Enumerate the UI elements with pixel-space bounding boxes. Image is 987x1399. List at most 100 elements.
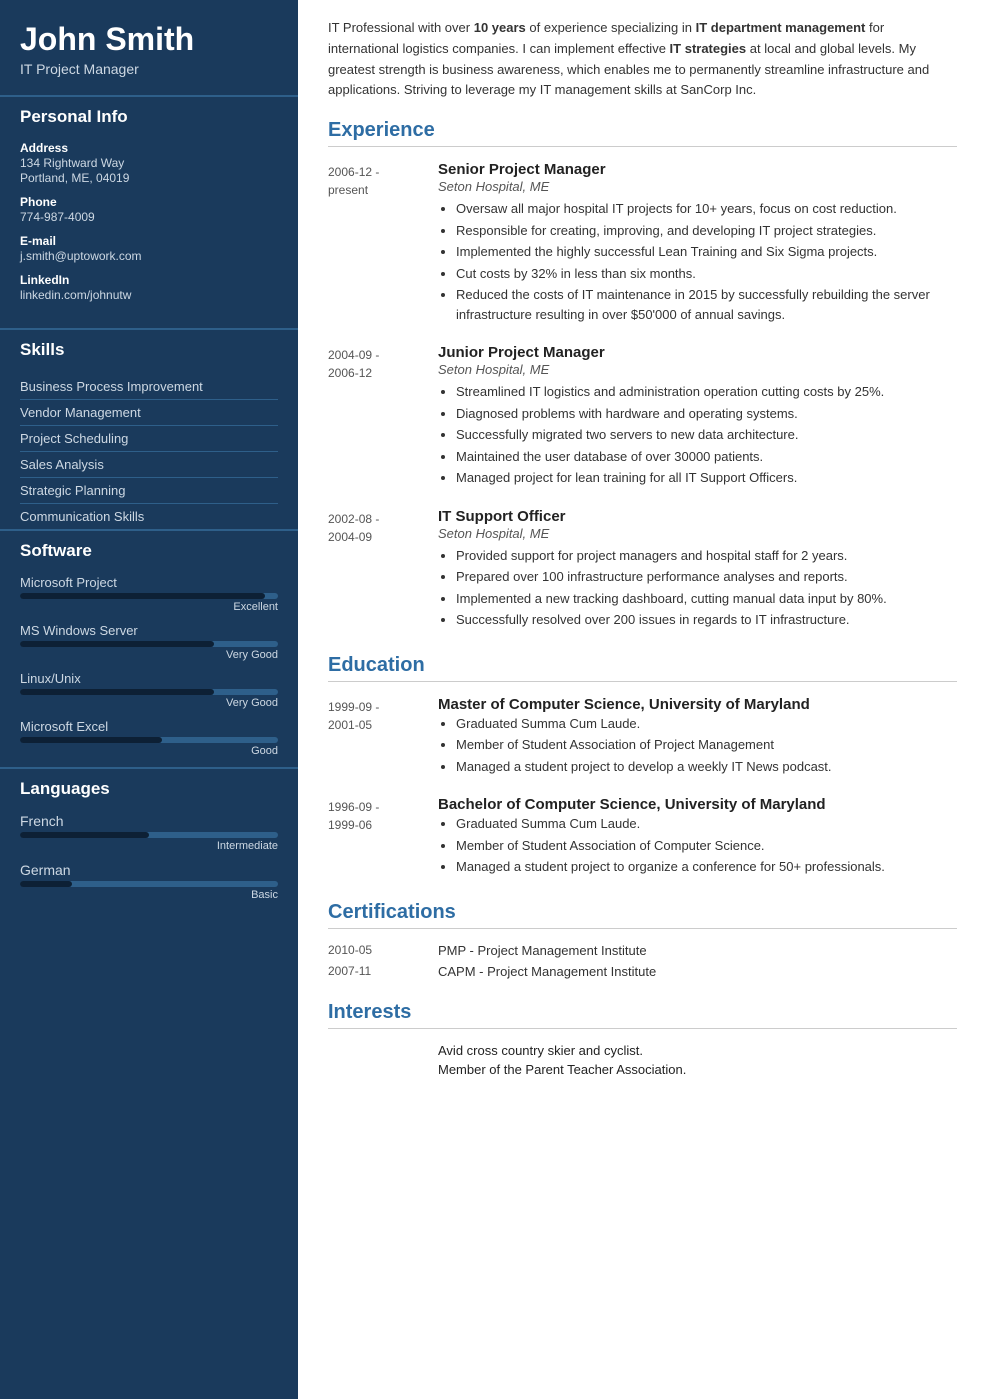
address-line2: Portland, ME, 04019 <box>20 171 278 185</box>
software-title: Software <box>0 529 298 569</box>
entry-title: Bachelor of Computer Science, University… <box>438 796 957 813</box>
language-level: Intermediate <box>20 840 278 852</box>
bullet-item: Successfully migrated two servers to new… <box>456 425 957 445</box>
address-item: Address 134 Rightward Way Portland, ME, … <box>20 141 278 185</box>
bullet-item: Streamlined IT logistics and administrat… <box>456 382 957 402</box>
software-bar-bg <box>20 689 278 695</box>
entry-org: Seton Hospital, ME <box>438 179 957 194</box>
cert-name: PMP - Project Management Institute <box>438 943 647 958</box>
bullet-item: Oversaw all major hospital IT projects f… <box>456 199 957 219</box>
entry-bullets: Graduated Summa Cum Laude.Member of Stud… <box>438 714 957 777</box>
software-bar-bg <box>20 737 278 743</box>
interests-entry: Avid cross country skier and cyclist. Mem… <box>328 1043 957 1081</box>
software-item: Linux/Unix Very Good <box>0 671 298 719</box>
entry-title: Junior Project Manager <box>438 344 957 361</box>
entry-content: Senior Project Manager Seton Hospital, M… <box>438 161 957 326</box>
address-line1: 134 Rightward Way <box>20 156 278 170</box>
software-bar-bg <box>20 593 278 599</box>
email-item: E-mail j.smith@uptowork.com <box>20 234 278 263</box>
entry-date: 1999-09 -2001-05 <box>328 696 438 779</box>
entry-content: Bachelor of Computer Science, University… <box>438 796 957 879</box>
software-name: MS Windows Server <box>20 623 278 638</box>
interest-item: Member of the Parent Teacher Association… <box>438 1062 957 1077</box>
language-name: French <box>20 813 278 829</box>
interests-entries: Avid cross country skier and cyclist. Mem… <box>328 1043 957 1081</box>
entry-bullets: Streamlined IT logistics and administrat… <box>438 382 957 488</box>
phone-item: Phone 774-987-4009 <box>20 195 278 224</box>
bullet-item: Member of Student Association of Project… <box>456 735 957 755</box>
bullet-item: Managed project for lean training for al… <box>456 468 957 488</box>
language-item: French Intermediate <box>0 813 298 862</box>
bullet-item: Cut costs by 32% in less than six months… <box>456 264 957 284</box>
personal-info-title: Personal Info <box>0 95 298 135</box>
interest-item: Avid cross country skier and cyclist. <box>438 1043 957 1058</box>
address-label: Address <box>20 141 278 155</box>
bullet-item: Prepared over 100 infrastructure perform… <box>456 567 957 587</box>
software-level: Excellent <box>20 601 278 613</box>
software-item: MS Windows Server Very Good <box>0 623 298 671</box>
entry: 1996-09 -1999-06 Bachelor of Computer Sc… <box>328 796 957 879</box>
skills-title: Skills <box>0 328 298 368</box>
interests-section: Interests Avid cross country skier and c… <box>328 1001 957 1081</box>
email-value: j.smith@uptowork.com <box>20 249 278 263</box>
entry-content: Junior Project Manager Seton Hospital, M… <box>438 344 957 490</box>
bullet-item: Diagnosed problems with hardware and ope… <box>456 404 957 424</box>
language-bar-bg <box>20 881 278 887</box>
skill-item: Business Process Improvement <box>20 374 278 400</box>
languages-title: Languages <box>0 767 298 807</box>
bullet-item: Maintained the user database of over 300… <box>456 447 957 467</box>
entry-bullets: Oversaw all major hospital IT projects f… <box>438 199 957 324</box>
personal-info-section: Address 134 Rightward Way Portland, ME, … <box>0 141 298 328</box>
language-level: Basic <box>20 889 278 901</box>
entry-org: Seton Hospital, ME <box>438 526 957 541</box>
certifications-title: Certifications <box>328 901 957 929</box>
skill-item: Communication Skills <box>20 504 278 529</box>
entry-date: 2006-12 -present <box>328 161 438 326</box>
email-label: E-mail <box>20 234 278 248</box>
entry-date: 2002-08 -2004-09 <box>328 508 438 632</box>
summary: IT Professional with over 10 years of ex… <box>328 18 957 101</box>
entry-title: Senior Project Manager <box>438 161 957 178</box>
software-level: Good <box>20 745 278 757</box>
skill-item: Vendor Management <box>20 400 278 426</box>
job-title: IT Project Manager <box>20 61 278 77</box>
skill-item: Sales Analysis <box>20 452 278 478</box>
languages-list: French Intermediate German Basic <box>0 813 298 911</box>
experience-entries: 2006-12 -present Senior Project Manager … <box>328 161 957 632</box>
bullet-item: Successfully resolved over 200 issues in… <box>456 610 957 630</box>
cert-entry: 2010-05 PMP - Project Management Institu… <box>328 943 957 958</box>
software-bar-bg <box>20 641 278 647</box>
software-item: Microsoft Project Excellent <box>0 575 298 623</box>
candidate-name: John Smith <box>20 22 278 57</box>
entry-date: 1996-09 -1999-06 <box>328 796 438 879</box>
bullet-item: Managed a student project to organize a … <box>456 857 957 877</box>
entry: 2006-12 -present Senior Project Manager … <box>328 161 957 326</box>
main-content: IT Professional with over 10 years of ex… <box>298 0 987 1399</box>
sidebar: John Smith IT Project Manager Personal I… <box>0 0 298 1399</box>
entry-title: IT Support Officer <box>438 508 957 525</box>
linkedin-item: LinkedIn linkedin.com/johnutw <box>20 273 278 302</box>
entry: 1999-09 -2001-05 Master of Computer Scie… <box>328 696 957 779</box>
entry-date: 2004-09 -2006-12 <box>328 344 438 490</box>
entry-title: Master of Computer Science, University o… <box>438 696 957 713</box>
software-bar-fill <box>20 689 214 695</box>
entry: 2004-09 -2006-12 Junior Project Manager … <box>328 344 957 490</box>
experience-section: Experience 2006-12 -present Senior Proje… <box>328 119 957 632</box>
entry-bullets: Graduated Summa Cum Laude.Member of Stud… <box>438 814 957 877</box>
phone-value: 774-987-4009 <box>20 210 278 224</box>
language-bar-fill <box>20 881 72 887</box>
experience-title: Experience <box>328 119 957 147</box>
linkedin-value: linkedin.com/johnutw <box>20 288 278 302</box>
education-title: Education <box>328 654 957 682</box>
software-item: Microsoft Excel Good <box>0 719 298 767</box>
software-bar-fill <box>20 641 214 647</box>
bullet-item: Provided support for project managers an… <box>456 546 957 566</box>
cert-entry: 2007-11 CAPM - Project Management Instit… <box>328 964 957 979</box>
entry-content: Master of Computer Science, University o… <box>438 696 957 779</box>
phone-label: Phone <box>20 195 278 209</box>
software-level: Very Good <box>20 697 278 709</box>
software-level: Very Good <box>20 649 278 661</box>
bullet-item: Graduated Summa Cum Laude. <box>456 714 957 734</box>
software-name: Microsoft Project <box>20 575 278 590</box>
certifications-section: Certifications 2010-05 PMP - Project Man… <box>328 901 957 979</box>
